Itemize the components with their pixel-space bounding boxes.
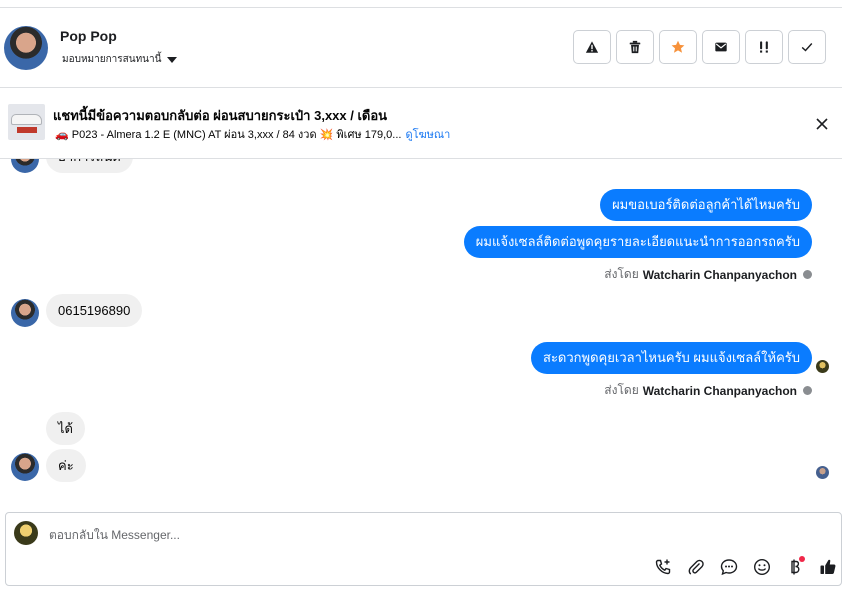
follow-up-button[interactable]: [745, 30, 783, 64]
star-icon: [671, 40, 685, 53]
attach-button[interactable]: [684, 555, 707, 578]
outgoing-message[interactable]: สะดวกพูดคุยเวลาไหนครับ ผมแจ้งเซลล์ให้ครั…: [531, 342, 812, 374]
view-ad-link[interactable]: ดูโฆษณา: [405, 125, 450, 143]
sent-by-label: ส่งโดย Watcharin Chanpanyachon: [604, 265, 812, 284]
mark-unread-button[interactable]: [702, 30, 740, 64]
ad-title: แชทนี้มีข้อความตอบกลับต่อ ผ่อนสบายกระเป๋…: [53, 108, 388, 123]
paperclip-icon: [688, 559, 704, 575]
close-ad-button[interactable]: [813, 115, 831, 133]
star-button[interactable]: [659, 30, 697, 64]
header-actions: [573, 30, 826, 64]
like-button[interactable]: [816, 555, 839, 578]
message-thread[interactable]: ฮาการลนด ผมขอเบอร์ติดต่อลูกค้าได้ไหมครับ…: [0, 159, 842, 505]
incoming-message[interactable]: 0615196890: [46, 294, 143, 327]
sent-by-prefix: ส่งโดย: [604, 267, 639, 281]
emoji-button[interactable]: [750, 555, 773, 578]
smiley-icon: [753, 558, 770, 575]
follow-up-icon: [760, 41, 768, 53]
reply-composer: [5, 512, 842, 586]
delete-button[interactable]: [616, 30, 654, 64]
ad-thumbnail[interactable]: [8, 104, 45, 140]
composer-tools: [651, 555, 839, 578]
saved-replies-button[interactable]: [717, 555, 740, 578]
assign-label: มอบหมายการสนทนานี้: [62, 54, 162, 65]
sender-name: Watcharin Chanpanyachon: [642, 383, 797, 398]
report-spam-icon: [585, 41, 599, 53]
ad-subtitle-row: 🚗 P023 - Almera 1.2 E (MNC) AT ผ่อน 3,xx…: [55, 125, 450, 143]
page-avatar: [14, 521, 38, 545]
mark-unread-icon: [715, 42, 727, 52]
contact-avatar[interactable]: [4, 26, 48, 70]
payment-button[interactable]: [783, 555, 806, 578]
contact-name[interactable]: Pop Pop: [60, 28, 117, 44]
outgoing-message[interactable]: ผมแจ้งเซลล์ติดต่อพูดคุยรายละเอียดแนะนำกา…: [463, 226, 812, 258]
incoming-message[interactable]: ฮาการลนด: [46, 159, 133, 173]
ad-badge: [17, 127, 37, 133]
done-check-icon: [801, 43, 813, 52]
contact-avatar-small: [11, 299, 39, 327]
sent-by-label: ส่งโดย Watcharin Chanpanyachon: [604, 381, 812, 400]
outgoing-message[interactable]: ผมขอเบอร์ติดต่อลูกค้าได้ไหมครับ: [600, 189, 812, 221]
seen-avatar: [816, 466, 829, 479]
close-icon: [816, 118, 828, 130]
info-icon[interactable]: [803, 270, 812, 279]
contact-avatar-small: [11, 159, 39, 173]
mark-done-button[interactable]: [788, 30, 826, 64]
thumbs-up-icon: [820, 559, 835, 574]
trash-icon: [629, 40, 641, 54]
chat-bubble-icon: [720, 558, 737, 575]
reply-input[interactable]: [49, 525, 649, 545]
seen-avatar: [816, 360, 829, 373]
phone-plus-icon: [655, 559, 670, 574]
ad-subtitle: 🚗 P023 - Almera 1.2 E (MNC) AT ผ่อน 3,xx…: [55, 129, 402, 141]
conversation-header: Pop Pop มอบหมายการสนทนานี้: [0, 8, 842, 87]
sent-by-prefix: ส่งโดย: [604, 383, 639, 397]
car-image: [11, 114, 42, 125]
call-button[interactable]: [651, 555, 674, 578]
info-icon[interactable]: [803, 386, 812, 395]
report-spam-button[interactable]: [573, 30, 611, 64]
contact-avatar-small: [11, 453, 39, 481]
incoming-message[interactable]: ได้: [46, 412, 85, 445]
sender-name: Watcharin Chanpanyachon: [642, 267, 797, 282]
caret-down-icon: [167, 56, 178, 63]
ad-context-bar: แชทนี้มีข้อความตอบกลับต่อ ผ่อนสบายกระเป๋…: [0, 88, 842, 158]
assign-conversation-dropdown[interactable]: มอบหมายการสนทนานี้: [62, 52, 178, 67]
notification-dot: [799, 556, 805, 562]
incoming-message[interactable]: ค่ะ: [46, 449, 86, 482]
